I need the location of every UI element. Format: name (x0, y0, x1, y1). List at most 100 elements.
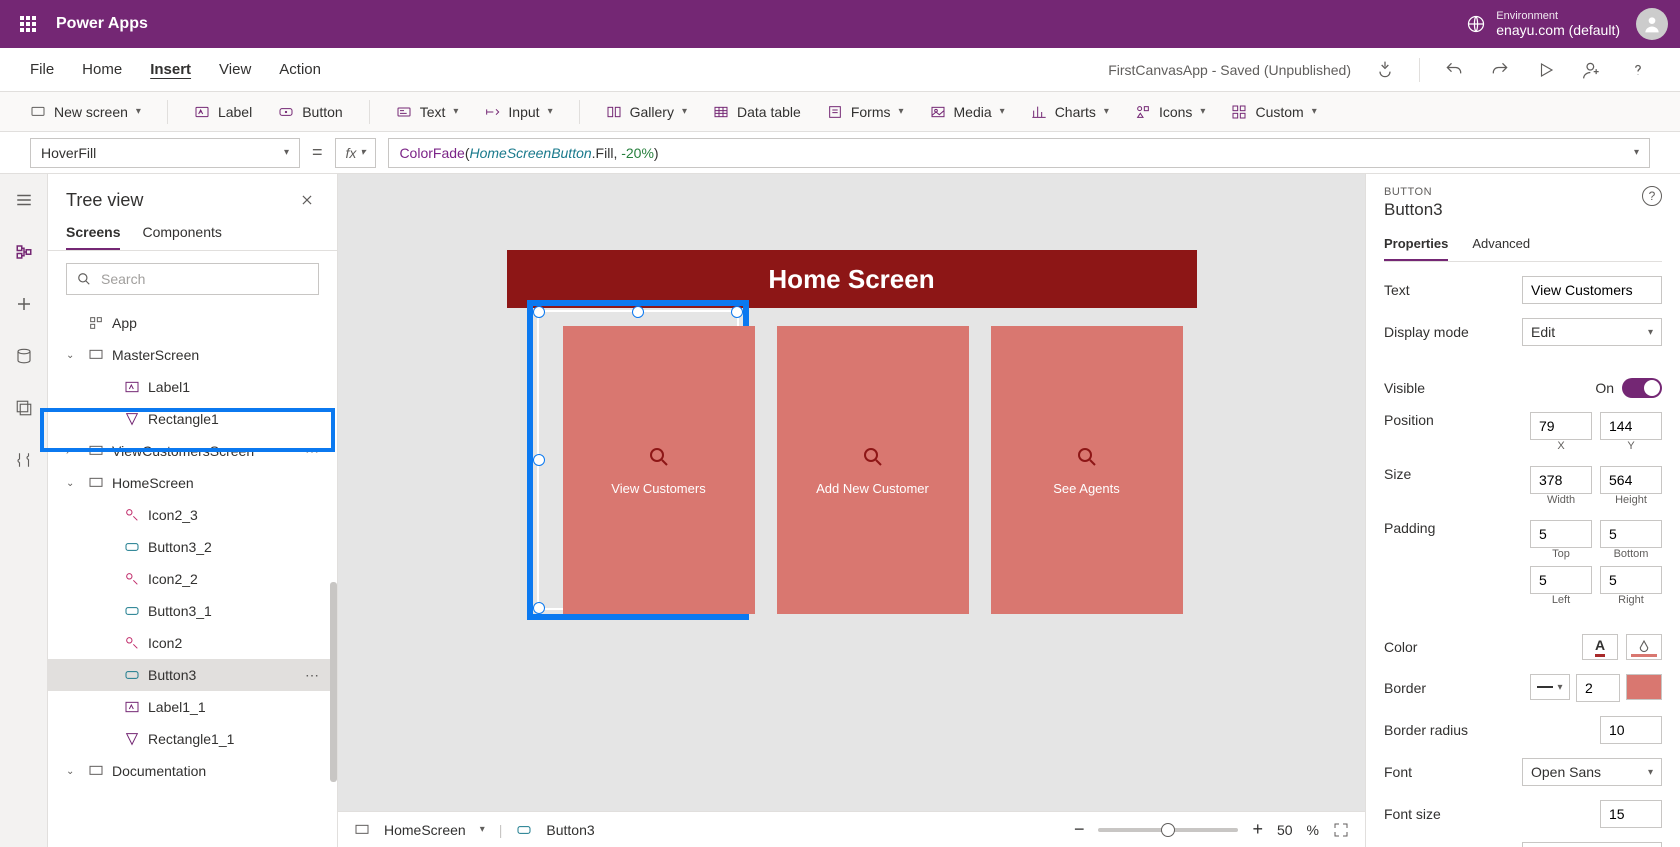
resize-handle[interactable] (533, 306, 545, 318)
tree-view-icon[interactable] (12, 240, 36, 264)
prop-radius-input[interactable] (1600, 716, 1662, 744)
tab-components[interactable]: Components (142, 224, 221, 250)
undo-icon[interactable] (1442, 58, 1466, 82)
tree-node-masterscreen[interactable]: ⌄ MasterScreen (48, 339, 337, 371)
insert-icons-button[interactable]: Icons▾ (1135, 104, 1206, 120)
prop-border-color[interactable] (1626, 674, 1662, 700)
tree-node-app[interactable]: App (48, 307, 337, 339)
tree-scrollbar[interactable] (330, 582, 337, 782)
more-icon[interactable]: ⋯ (305, 443, 319, 460)
insert-media-button[interactable]: Media▾ (930, 104, 1005, 120)
insert-label-button[interactable]: Label (194, 104, 252, 120)
card-view-customers[interactable]: View Customers (563, 326, 755, 614)
breadcrumb-control[interactable]: Button3 (546, 822, 594, 838)
chevron-down-icon[interactable]: ⌄ (66, 478, 80, 489)
insert-input-button[interactable]: Input▾ (484, 104, 552, 120)
app-checker-icon[interactable] (1373, 58, 1397, 82)
prop-padding-right[interactable] (1600, 566, 1662, 594)
breadcrumb-screen[interactable]: HomeScreen (384, 822, 466, 838)
data-icon[interactable] (12, 344, 36, 368)
menu-action[interactable]: Action (279, 61, 321, 78)
share-icon[interactable] (1580, 58, 1604, 82)
tree-node-homescreen[interactable]: ⌄ HomeScreen (48, 467, 337, 499)
environment-selector[interactable]: Environment enayu.com (default) (1466, 10, 1620, 38)
prop-font-select[interactable]: Open Sans▾ (1522, 758, 1662, 786)
media-rail-icon[interactable] (12, 396, 36, 420)
add-icon[interactable] (12, 292, 36, 316)
search-input[interactable]: Search (66, 263, 319, 295)
prop-padding-left[interactable] (1530, 566, 1592, 594)
tab-advanced[interactable]: Advanced (1472, 236, 1530, 261)
waffle-icon[interactable] (12, 8, 44, 40)
prop-border-style[interactable]: ▾ (1530, 674, 1570, 700)
formula-input[interactable]: ColorFade(HomeScreenButton.Fill, -20%) ▾ (388, 138, 1650, 168)
zoom-slider[interactable] (1098, 828, 1238, 832)
card-add-customer[interactable]: Add New Customer (777, 326, 969, 614)
zoom-out-icon[interactable]: − (1074, 819, 1085, 840)
prop-size-height[interactable] (1600, 466, 1662, 494)
fit-icon[interactable] (1333, 822, 1349, 838)
insert-button-button[interactable]: Button (278, 104, 342, 120)
chevron-right-icon[interactable]: › (66, 446, 80, 457)
tree-node-documentation[interactable]: ⌄ Documentation (48, 755, 337, 787)
chevron-down-icon[interactable]: ⌄ (66, 350, 80, 361)
resize-handle[interactable] (632, 306, 644, 318)
redo-icon[interactable] (1488, 58, 1512, 82)
prop-text-color[interactable]: A (1582, 634, 1618, 660)
tab-properties[interactable]: Properties (1384, 236, 1448, 261)
new-screen-button[interactable]: New screen ▾ (30, 104, 141, 120)
tree-node-rectangle11[interactable]: Rectangle1_1 (48, 723, 337, 755)
insert-gallery-button[interactable]: Gallery▾ (606, 104, 687, 120)
search-icon (1075, 445, 1099, 469)
prop-fontweight-select[interactable]: Semibold▾ (1522, 842, 1662, 847)
tree-node-icon22[interactable]: Icon2_2 (48, 563, 337, 595)
chevron-down-icon[interactable]: ▾ (480, 824, 485, 835)
card-see-agents[interactable]: See Agents (991, 326, 1183, 614)
canvas[interactable]: Home Screen View Customers (507, 250, 1197, 632)
prop-position-x[interactable] (1530, 412, 1592, 440)
tree-node-label11[interactable]: Label1_1 (48, 691, 337, 723)
prop-position-y[interactable] (1600, 412, 1662, 440)
menu-home[interactable]: Home (82, 61, 122, 78)
chevron-down-icon[interactable]: ⌄ (66, 766, 80, 777)
insert-forms-button[interactable]: Forms▾ (827, 104, 904, 120)
property-selector[interactable]: HoverFill ▾ (30, 138, 300, 168)
prop-fill-color[interactable] (1626, 634, 1662, 660)
tree-node-button31[interactable]: Button3_1 (48, 595, 337, 627)
insert-media-label: Media (954, 104, 992, 120)
prop-visible-toggle[interactable] (1622, 378, 1662, 398)
tree-node-button32[interactable]: Button3_2 (48, 531, 337, 563)
resize-handle[interactable] (731, 306, 743, 318)
insert-text-button[interactable]: Text▾ (396, 104, 459, 120)
insert-charts-button[interactable]: Charts▾ (1031, 104, 1109, 120)
hamburger-icon[interactable] (12, 188, 36, 212)
insert-datatable-button[interactable]: Data table (713, 104, 801, 120)
prop-padding-bottom[interactable] (1600, 520, 1662, 548)
menu-view[interactable]: View (219, 61, 251, 78)
close-icon[interactable] (295, 188, 319, 212)
help-icon[interactable] (1626, 58, 1650, 82)
help-icon[interactable]: ? (1642, 186, 1662, 206)
tree-node-viewcustomers[interactable]: › ViewCustomersScreen ⋯ (48, 435, 337, 467)
menu-file[interactable]: File (30, 61, 54, 78)
menu-insert[interactable]: Insert (150, 61, 191, 78)
tools-icon[interactable] (12, 448, 36, 472)
prop-text-input[interactable] (1522, 276, 1662, 304)
prop-fontsize-input[interactable] (1600, 800, 1662, 828)
prop-padding-top[interactable] (1530, 520, 1592, 548)
user-avatar[interactable] (1636, 8, 1668, 40)
play-icon[interactable] (1534, 58, 1558, 82)
prop-border-width[interactable] (1576, 674, 1620, 702)
fx-button[interactable]: fx▾ (335, 138, 377, 168)
prop-displaymode-select[interactable]: Edit▾ (1522, 318, 1662, 346)
insert-custom-button[interactable]: Custom▾ (1231, 104, 1316, 120)
tree-node-rectangle1[interactable]: Rectangle1 (48, 403, 337, 435)
tree-node-icon2[interactable]: Icon2 (48, 627, 337, 659)
tree-node-icon23[interactable]: Icon2_3 (48, 499, 337, 531)
zoom-in-icon[interactable]: + (1252, 819, 1263, 840)
prop-size-width[interactable] (1530, 466, 1592, 494)
tree-node-label1[interactable]: Label1 (48, 371, 337, 403)
more-icon[interactable]: ⋯ (305, 667, 319, 684)
tree-node-button3[interactable]: Button3 ⋯ (48, 659, 337, 691)
tab-screens[interactable]: Screens (66, 224, 120, 250)
